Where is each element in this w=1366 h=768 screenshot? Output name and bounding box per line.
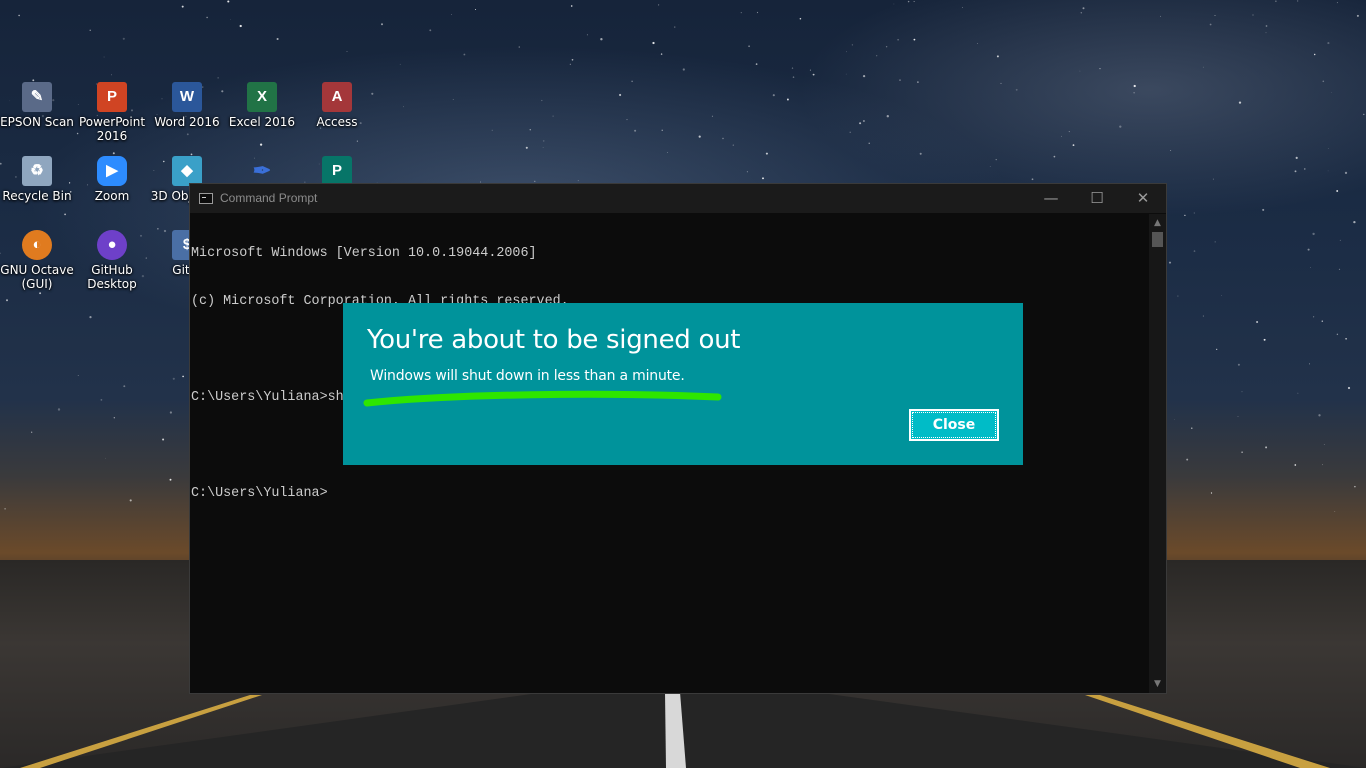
access-icon: A [322,82,352,112]
console-line: Microsoft Windows [Version 10.0.19044.20… [191,246,537,261]
close-window-button[interactable]: ✕ [1120,184,1166,213]
green-underline-annotation [363,390,722,407]
3d-objects-shortcut-icon: ◆ [172,156,202,186]
sign-out-dialog: You're about to be signed out Windows wi… [343,303,1023,465]
scrollbar-thumb[interactable] [1152,232,1163,247]
desktop-icon-recycle-bin[interactable]: ♻ Recycle Bin [0,156,74,203]
window-title: Command Prompt [220,191,318,205]
dialog-heading: You're about to be signed out [367,325,741,355]
powerpoint-icon: P [97,82,127,112]
desktop-icon-gnu-octave[interactable]: ◐ GNU Octave (GUI) [0,230,74,291]
console-prompt[interactable]: C:\Users\Yuliana> [191,486,1151,502]
epson-scan-icon: ✎ [22,82,52,112]
pen-icon: ✒ [252,158,272,183]
desktop-icon-excel[interactable]: X Excel 2016 [225,82,299,129]
desktop-icon-access[interactable]: A Access [300,82,374,129]
desktop-icon-word[interactable]: W Word 2016 [150,82,224,129]
dialog-message: Windows will shut down in less than a mi… [370,368,685,384]
window-titlebar[interactable]: Command Prompt — ☐ ✕ [190,184,1166,213]
publisher-icon: P [322,156,352,186]
vertical-scrollbar[interactable]: ▲ ▼ [1149,214,1166,693]
maximize-button[interactable]: ☐ [1074,184,1120,213]
excel-icon: X [247,82,277,112]
minimize-button[interactable]: — [1028,184,1074,213]
word-icon: W [172,82,202,112]
desktop-icon-epson-scan[interactable]: ✎ EPSON Scan [0,82,74,129]
gnu-octave-icon: ◐ [22,230,52,260]
scroll-down-icon[interactable]: ▼ [1149,677,1166,691]
github-desktop-icon: ● [97,230,127,260]
desktop-icon-zoom[interactable]: ▶ Zoom [75,156,149,203]
scroll-up-icon[interactable]: ▲ [1149,216,1166,230]
recycle-bin-icon: ♻ [22,156,52,186]
cmd-app-icon [199,193,213,204]
desktop-icon-github-desktop[interactable]: ● GitHub Desktop [75,230,149,291]
desktop-icon-powerpoint[interactable]: P PowerPoint 2016 [75,82,149,143]
dialog-close-button[interactable]: Close [909,409,999,441]
zoom-icon: ▶ [97,156,127,186]
